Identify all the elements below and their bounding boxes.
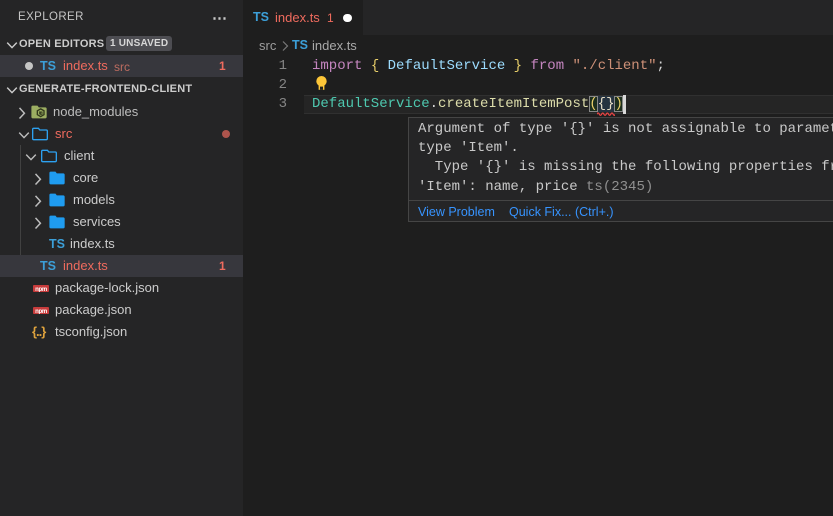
svg-text:npm: npm (35, 287, 47, 292)
svg-text:npm: npm (35, 309, 47, 314)
